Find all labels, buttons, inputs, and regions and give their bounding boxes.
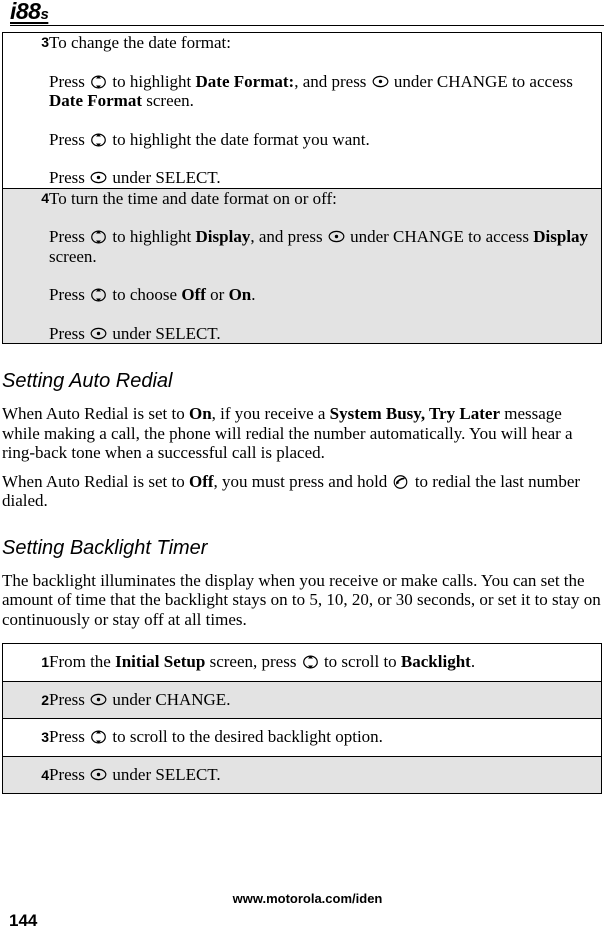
emphasis-text: Date Format: <box>195 71 295 91</box>
emphasis-text: Off <box>188 471 214 491</box>
scroll-navigation-key-icon <box>90 288 107 302</box>
paragraph: Press under SELECT. <box>49 323 221 343</box>
emphasis-text: Backlight <box>400 652 471 671</box>
page-content: 3 To change the date format: Press to high… <box>2 32 602 794</box>
page-header: i88s <box>0 0 615 27</box>
date-format-steps-table: 3 To change the date format: Press to high… <box>2 32 602 344</box>
paragraph: From the Initial Setup screen, press to … <box>49 652 476 671</box>
step-number: 3 <box>2 718 49 756</box>
header-divider <box>10 25 604 26</box>
footer-website-url: www.motorola.com/iden <box>232 891 383 906</box>
paragraph: To change the date format: <box>49 33 231 52</box>
paragraph: The backlight illuminates the display wh… <box>2 570 601 629</box>
footer-page-number: 144 <box>9 911 38 930</box>
backlight-steps-table: 1 From the Initial Setup screen, press to… <box>2 643 602 794</box>
emphasis-text: On <box>228 285 252 304</box>
emphasis-text: Date Format <box>49 91 142 110</box>
send-call-key-icon <box>393 474 410 489</box>
emphasis-text: Display <box>195 227 251 246</box>
center-select-key-icon <box>90 693 107 707</box>
backlight-steps-body: 1 From the Initial Setup screen, press to… <box>2 643 602 794</box>
paragraph: When Auto Redial is set to On, if you re… <box>2 404 573 462</box>
emphasis-text: System Busy, Try Later <box>329 404 500 423</box>
paragraph: Press to highlight Display, and press un… <box>49 227 589 266</box>
step-number: 4 <box>2 755 49 794</box>
scroll-navigation-key-icon <box>90 132 107 147</box>
center-select-key-icon <box>90 327 107 341</box>
table-row: 2 Press under CHANGE. <box>2 680 602 719</box>
center-select-key-icon <box>90 171 107 185</box>
paragraph: Press to scroll to the desired backlight… <box>49 727 383 746</box>
page-footer: www.motorola.com/iden 144 <box>0 889 615 949</box>
model-suffix: s <box>40 6 49 23</box>
paragraph: Press to highlight the date format you w… <box>49 129 370 149</box>
table-row: 4 To turn the time and date format on or … <box>2 187 602 344</box>
date-format-steps-body: 3 To change the date format: Press to high… <box>2 32 602 344</box>
step-number: 2 <box>2 680 49 719</box>
center-select-key-icon <box>328 230 345 244</box>
table-row: 3 To change the date format: Press to high… <box>2 32 602 188</box>
scroll-navigation-key-icon <box>90 74 107 89</box>
center-select-key-icon <box>90 768 107 782</box>
paragraph: Press under SELECT. <box>49 764 221 784</box>
model-name: i88 <box>10 0 41 24</box>
center-select-key-icon <box>372 75 389 89</box>
auto-redial-paragraphs: When Auto Redial is set to On, if you re… <box>2 404 602 511</box>
emphasis-text: Initial Setup <box>115 652 206 671</box>
step-number: 1 <box>2 643 49 681</box>
step-instruction: Press to scroll to the desired backlight… <box>49 718 602 756</box>
step-instruction: Press under CHANGE. <box>49 680 602 719</box>
scroll-navigation-key-icon <box>90 230 107 244</box>
paragraph: Press to highlight Date Format:, and pre… <box>49 71 573 111</box>
table-row: 1 From the Initial Setup screen, press to… <box>2 643 602 681</box>
table-row: 4 Press under SELECT. <box>2 755 602 794</box>
step-instruction: To change the date format: Press to highl… <box>49 32 602 188</box>
step-instruction: Press under SELECT. <box>49 755 602 794</box>
paragraph: Press under SELECT. <box>49 168 221 187</box>
step-number: 4 <box>2 187 49 344</box>
backlight-timer-paragraphs: The backlight illuminates the display wh… <box>2 571 602 630</box>
scroll-navigation-key-icon <box>302 655 319 669</box>
step-instruction: From the Initial Setup screen, press to … <box>49 643 602 681</box>
section-title-backlight-timer: Setting Backlight Timer <box>2 536 208 559</box>
paragraph: Press under CHANGE. <box>49 689 231 709</box>
paragraph: When Auto Redial is set to Off, you must… <box>2 471 581 511</box>
paragraph: To turn the time and date format on or o… <box>49 188 337 208</box>
step-instruction: To turn the time and date format on or o… <box>49 187 602 344</box>
table-row: 3 Press to scroll to the desired backligh… <box>2 718 602 756</box>
emphasis-text: Display <box>533 227 589 246</box>
step-number: 3 <box>2 32 49 188</box>
scroll-navigation-key-icon <box>90 730 107 744</box>
device-model-logo: i88s <box>10 0 49 28</box>
section-title-auto-redial: Setting Auto Redial <box>2 370 173 392</box>
paragraph: Press to choose Off or On. <box>49 285 256 304</box>
emphasis-text: Off <box>181 285 206 304</box>
emphasis-text: On <box>188 404 212 423</box>
